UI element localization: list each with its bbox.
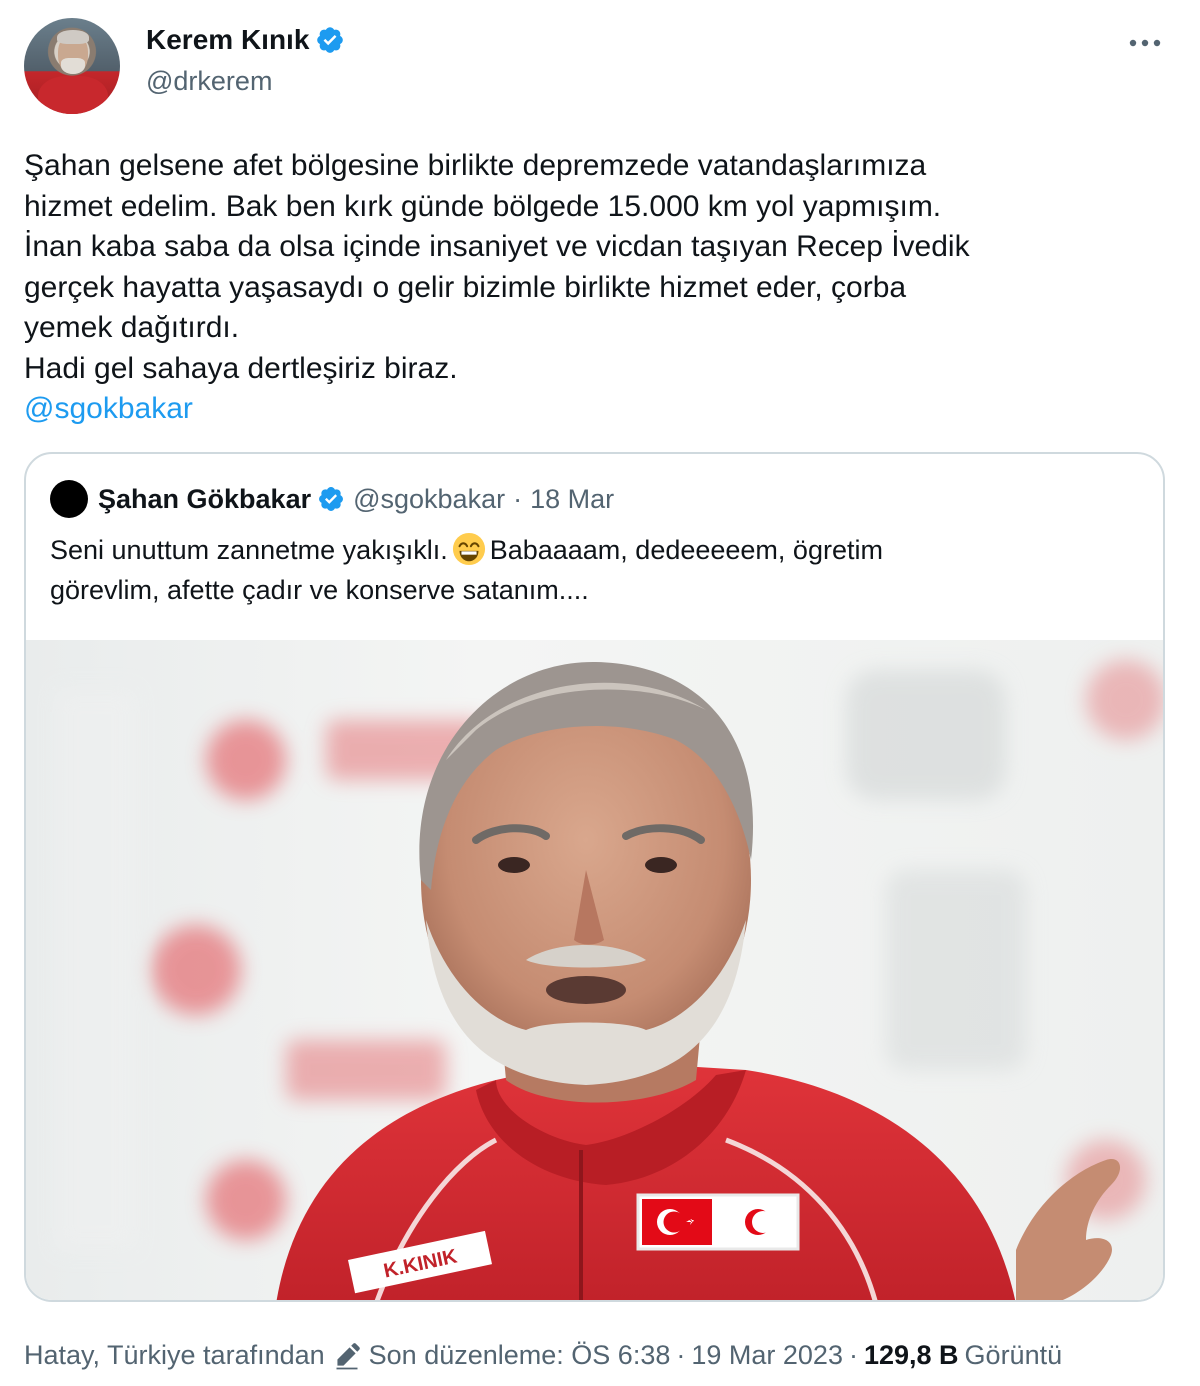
author-name-row: Kerem Kınık bbox=[146, 24, 345, 56]
quoted-tweet-date[interactable]: 18 Mar bbox=[530, 484, 614, 515]
quoted-text-line: Seni unuttum zannetme yakışıklı. Babaaaa… bbox=[50, 530, 1140, 570]
pencil-edit-icon[interactable] bbox=[333, 1342, 361, 1370]
quoted-tweet-header: Şahan Gökbakar @sgokbakar · 18 Mar bbox=[50, 480, 614, 518]
author-display-name[interactable]: Kerem Kınık bbox=[146, 24, 309, 56]
quoted-text-line: görevlim, afette çadır ve konserve satan… bbox=[50, 575, 589, 605]
grinning-face-with-smiling-eyes-icon bbox=[452, 532, 485, 566]
mention-link[interactable]: @sgokbakar bbox=[24, 389, 1164, 430]
quoted-author-avatar[interactable] bbox=[50, 480, 88, 518]
quoted-author-handle[interactable]: @sgokbakar bbox=[353, 484, 505, 515]
verified-badge-icon bbox=[317, 27, 344, 53]
tweet-text-line: hizmet edelim. Bak ben kırk günde bölged… bbox=[24, 189, 942, 223]
tweet-text-line: Hadi gel sahaya dertleşiriz biraz. bbox=[24, 351, 458, 385]
edited-label[interactable]: Son düzenleme: ÖS 6:38 bbox=[369, 1340, 671, 1371]
tweet-date[interactable]: 19 Mar 2023 bbox=[691, 1340, 843, 1371]
tweet-footer: Hatay, Türkiye tarafından Son düzenleme:… bbox=[24, 1340, 1062, 1371]
quoted-tweet-card[interactable]: Şahan Gökbakar @sgokbakar · 18 Mar Seni … bbox=[24, 452, 1165, 1302]
tweet: Kerem Kınık @drkerem Şahan gelsene afet … bbox=[0, 0, 1200, 1386]
separator-dot: · bbox=[676, 1340, 686, 1370]
separator-dot: · bbox=[513, 483, 523, 514]
verified-badge-icon bbox=[319, 487, 344, 511]
location-label: Hatay, Türkiye tarafından bbox=[24, 1340, 325, 1370]
quoted-author-display-name[interactable]: Şahan Gökbakar bbox=[98, 484, 311, 515]
quoted-tweet-text: Seni unuttum zannetme yakışıklı. Babaaaa… bbox=[50, 530, 1140, 610]
quoted-text-segment: Babaaaam, dedeeeeem, ögretim bbox=[489, 535, 883, 565]
separator-dot: · bbox=[848, 1340, 858, 1370]
quoted-tweet-photo[interactable]: K.KINIK bbox=[26, 640, 1163, 1300]
more-options-icon[interactable] bbox=[1128, 38, 1162, 48]
author-avatar[interactable] bbox=[24, 18, 120, 114]
tweet-text-line: yemek dağıtırdı. bbox=[24, 311, 240, 344]
tweet-text-line: İnan kaba saba da olsa içinde insaniyet … bbox=[24, 230, 970, 263]
tweet-text-line: Şahan gelsene afet bölgesine birlikte de… bbox=[24, 149, 927, 182]
views-count: 129,8 B bbox=[863, 1340, 959, 1370]
quoted-text-segment: Seni unuttum zannetme yakışıklı. bbox=[50, 535, 448, 565]
tweet-text-line: gerçek hayatta yaşasaydı o gelir bizimle… bbox=[24, 270, 907, 304]
author-handle[interactable]: @drkerem bbox=[146, 66, 272, 97]
tweet-text: Şahan gelsene afet bölgesine birlikte de… bbox=[24, 146, 1164, 430]
portrait-photo: K.KINIK bbox=[56, 660, 1163, 1300]
views-label: Görüntü bbox=[964, 1340, 1063, 1370]
